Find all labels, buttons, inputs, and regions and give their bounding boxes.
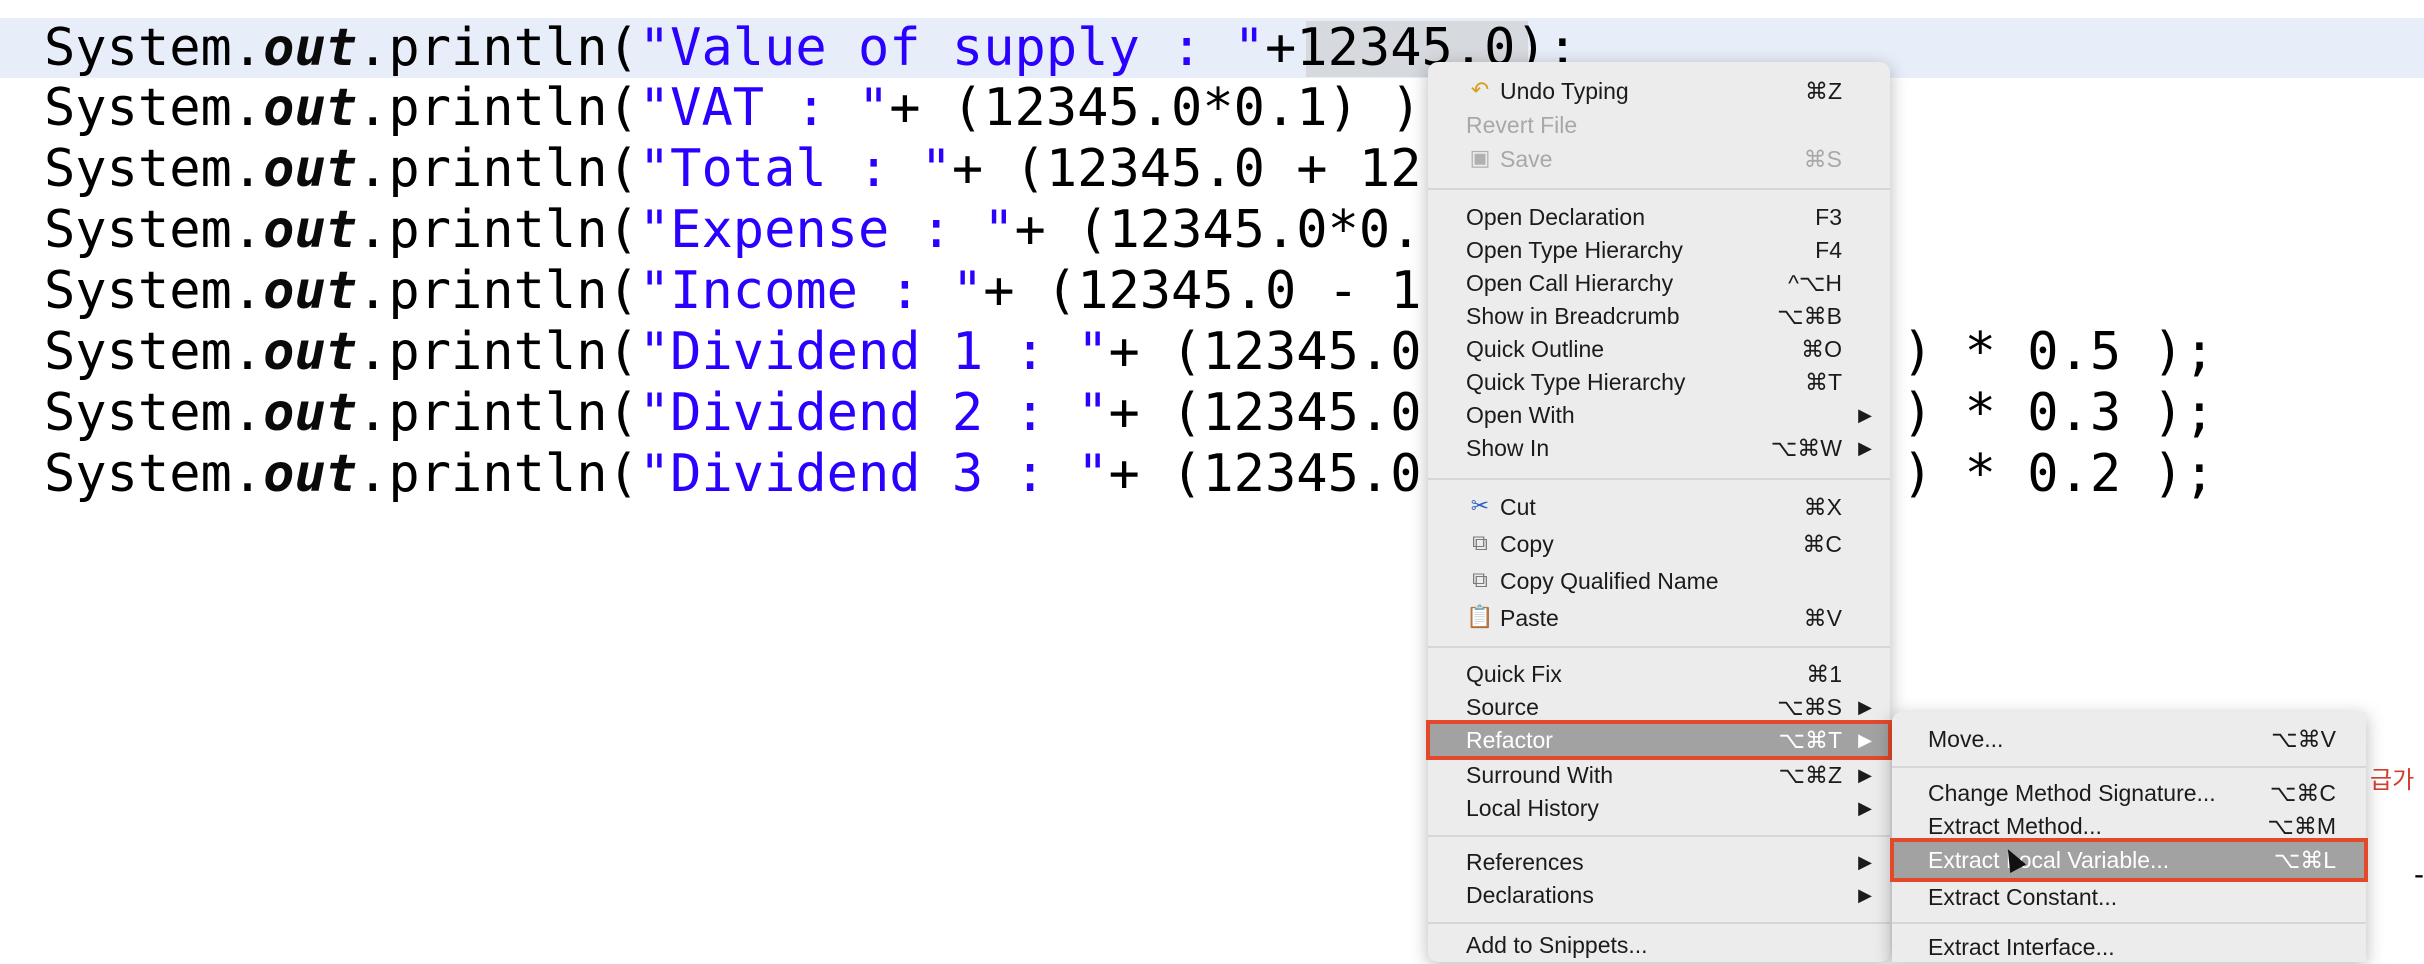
submenu-arrow-icon: ▶ [1858, 885, 1872, 905]
code-line-5[interactable]: System.out.println("Income : "+ (12345.0… [44, 261, 1422, 321]
menu-item-surround-with[interactable]: Surround With ⌥⌘Z ▶ [1428, 758, 1890, 792]
menu-item-copy-qualified-name[interactable]: ⧉ Copy Qualified Name [1428, 564, 1890, 598]
menu-item-references[interactable]: References ▶ [1428, 845, 1890, 879]
menu-separator [1428, 922, 1890, 924]
menu-separator [1428, 188, 1890, 190]
submenu-arrow-icon: ▶ [1858, 798, 1872, 818]
menu-item-open-type-hierarchy[interactable]: Open Type Hierarchy F4 [1428, 233, 1890, 267]
menu-item-cut[interactable]: ✂ Cut ⌘X [1428, 490, 1890, 524]
menu-item-undo-typing[interactable]: ↶ Undo Typing ⌘Z [1428, 74, 1890, 108]
side-text: 급가 [2370, 766, 2415, 794]
context-menu: ↶ Undo Typing ⌘Z Revert File ▣ Save ⌘S O… [1426, 62, 1892, 962]
menu-item-declarations[interactable]: Declarations ▶ [1428, 878, 1890, 912]
submenu-item-extract-method[interactable]: Extract Method... ⌥⌘M [1892, 809, 2366, 843]
menu-separator [1428, 646, 1890, 648]
menu-item-revert-file[interactable]: Revert File [1428, 108, 1890, 142]
submenu-arrow-icon: ▶ [1858, 852, 1872, 872]
menu-item-copy[interactable]: ⧉ Copy ⌘C [1428, 527, 1890, 561]
submenu-item-change-method-signature[interactable]: Change Method Signature... ⌥⌘C [1892, 776, 2366, 810]
code-line-1[interactable]: System.out.println("Value of supply : "+… [44, 18, 1578, 78]
code-line-2[interactable]: System.out.println("VAT : "+ (12345.0*0.… [44, 78, 1422, 138]
menu-separator [1892, 922, 2366, 924]
paste-icon: 📋 [1466, 604, 1494, 629]
menu-item-quick-type-hierarchy[interactable]: Quick Type Hierarchy ⌘T [1428, 365, 1890, 399]
submenu-arrow-icon: ▶ [1858, 438, 1872, 458]
menu-item-paste[interactable]: 📋 Paste ⌘V [1428, 601, 1890, 635]
submenu-arrow-icon: ▶ [1858, 697, 1872, 717]
code-line-8-tail: ) * 0.2 ); [1902, 444, 2216, 504]
menu-item-local-history[interactable]: Local History ▶ [1428, 791, 1890, 825]
submenu-item-extract-interface[interactable]: Extract Interface... [1892, 930, 2366, 964]
submenu-item-extract-local-variable[interactable]: Extract Local Variable... ⌥⌘L [1890, 838, 2368, 882]
submenu-item-extract-constant[interactable]: Extract Constant... [1892, 880, 2366, 914]
menu-separator [1428, 835, 1890, 837]
submenu-item-move[interactable]: Move... ⌥⌘V [1892, 722, 2366, 756]
submenu-arrow-icon: ▶ [1858, 730, 1872, 750]
save-icon: ▣ [1469, 145, 1491, 170]
scissors-icon: ✂ [1470, 493, 1490, 518]
submenu-arrow-icon: ▶ [1858, 765, 1872, 785]
code-line-6[interactable]: System.out.println("Dividend 1 : "+ (123… [44, 322, 1422, 382]
copy-icon: ⧉ [1472, 530, 1488, 555]
menu-item-quick-fix[interactable]: Quick Fix ⌘1 [1428, 657, 1890, 691]
menu-item-add-to-snippets[interactable]: Add to Snippets... [1428, 928, 1890, 962]
menu-separator [1428, 478, 1890, 480]
refactor-submenu: Move... ⌥⌘V Change Method Signature... ⌥… [1890, 712, 2368, 964]
menu-item-refactor[interactable]: Refactor ⌥⌘T ▶ [1426, 720, 1892, 760]
code-line-3[interactable]: System.out.println("Total : "+ (12345.0 … [44, 139, 1422, 199]
menu-item-source[interactable]: Source ⌥⌘S ▶ [1428, 690, 1890, 724]
menu-item-show-in[interactable]: Show In ⌥⌘W ▶ [1428, 431, 1890, 465]
menu-item-open-call-hierarchy[interactable]: Open Call Hierarchy ^⌥H [1428, 266, 1890, 300]
menu-item-show-in-breadcrumb[interactable]: Show in Breadcrumb ⌥⌘B [1428, 299, 1890, 333]
code-line-6-tail: ) * 0.5 ); [1902, 322, 2216, 382]
menu-item-open-declaration[interactable]: Open Declaration F3 [1428, 200, 1890, 234]
code-line-4[interactable]: System.out.println("Expense : "+ (12345.… [44, 200, 1422, 260]
code-line-7[interactable]: System.out.println("Dividend 2 : "+ (123… [44, 383, 1422, 443]
code-line-8[interactable]: System.out.println("Dividend 3 : "+ (123… [44, 444, 1422, 504]
submenu-arrow-icon: ▶ [1858, 405, 1872, 425]
code-line-7-tail: ) * 0.3 ); [1902, 383, 2216, 443]
menu-item-quick-outline[interactable]: Quick Outline ⌘O [1428, 332, 1890, 366]
menu-item-open-with[interactable]: Open With ▶ [1428, 398, 1890, 432]
menu-separator [1892, 766, 2366, 768]
edge-mark: - [2414, 858, 2424, 891]
undo-icon: ↶ [1470, 77, 1490, 102]
menu-item-save[interactable]: ▣ Save ⌘S [1428, 142, 1890, 176]
copy-qualified-icon: ⧉ [1472, 567, 1488, 592]
